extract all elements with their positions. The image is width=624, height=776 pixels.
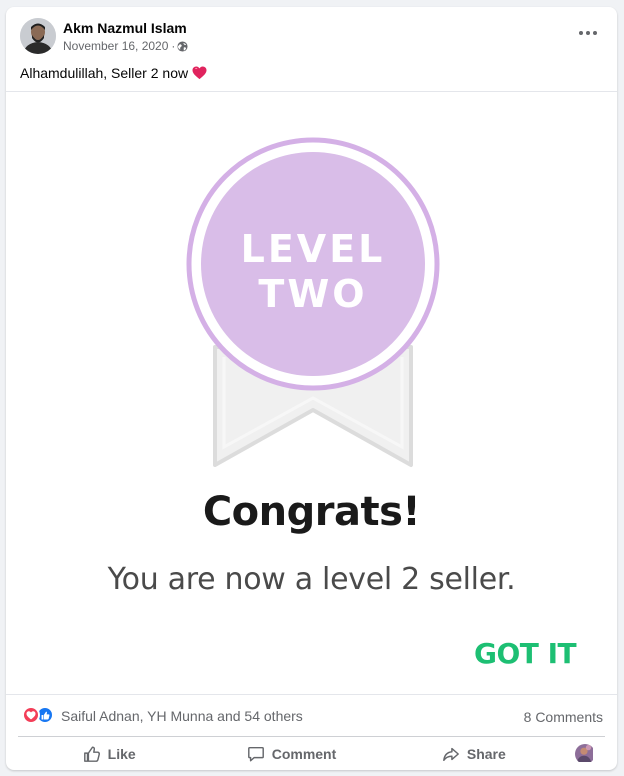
- more-options-button[interactable]: [575, 26, 601, 40]
- author-avatar[interactable]: [20, 18, 56, 54]
- post-meta: November 16, 2020 ·: [63, 39, 188, 53]
- post-caption: Alhamdulillah, Seller 2 now: [20, 65, 207, 81]
- more-dot-icon: [579, 31, 583, 35]
- more-dot-icon: [586, 31, 590, 35]
- post-date[interactable]: November 16, 2020: [63, 39, 168, 53]
- post-card: Akm Nazmul Islam November 16, 2020 · Alh…: [6, 7, 617, 770]
- like-label: Like: [107, 745, 136, 762]
- like-button[interactable]: Like: [18, 737, 200, 770]
- share-label: Share: [466, 745, 506, 762]
- red-heart-emoji: [192, 66, 207, 80]
- author-name[interactable]: Akm Nazmul Islam: [63, 20, 187, 36]
- meta-separator: ·: [171, 39, 176, 53]
- reactions-bar: Saiful Adnan, YH Munna and 54 others 8 C…: [6, 695, 617, 735]
- comment-button[interactable]: Comment: [200, 737, 382, 770]
- globe-icon[interactable]: [177, 40, 188, 52]
- comment-label: Comment: [271, 745, 337, 762]
- love-reaction-icon: [22, 706, 40, 724]
- action-bar: Like Comment Share: [18, 736, 605, 770]
- badge-text-two: TWO: [258, 272, 368, 316]
- comment-bubble-icon: [247, 746, 264, 761]
- congrats-subtitle: You are now a level 2 seller.: [107, 562, 516, 597]
- post-header: Akm Nazmul Islam November 16, 2020 · Alh…: [6, 7, 617, 91]
- congrats-heading: Congrats!: [202, 489, 421, 535]
- got-it-button[interactable]: GOT IT: [474, 637, 577, 670]
- thumbs-up-icon: [83, 746, 100, 762]
- comments-count[interactable]: 8 Comments: [524, 709, 603, 725]
- reaction-names[interactable]: Saiful Adnan, YH Munna and 54 others: [61, 708, 303, 724]
- post-image[interactable]: LEVEL TWO Congrats! You are now a level …: [6, 91, 617, 695]
- react-as-selector[interactable]: [565, 737, 605, 770]
- caption-text: Alhamdulillah, Seller 2 now: [20, 65, 189, 81]
- reaction-icons[interactable]: [22, 706, 56, 724]
- share-arrow-icon: [442, 747, 459, 761]
- viewer-avatar: [574, 743, 595, 764]
- share-button[interactable]: Share: [383, 737, 565, 770]
- badge-text-level: LEVEL: [240, 227, 386, 271]
- more-dot-icon: [593, 31, 597, 35]
